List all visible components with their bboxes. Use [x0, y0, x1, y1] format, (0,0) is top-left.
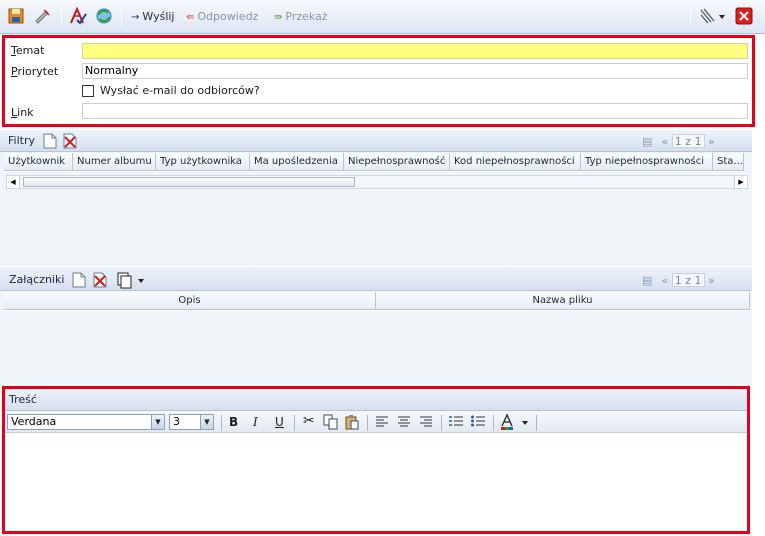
font-family-select[interactable]: Verdana ▼	[7, 414, 165, 430]
align-right-icon[interactable]	[419, 416, 433, 432]
column-header-description[interactable]: Opis	[4, 292, 376, 310]
toolbar-separator	[121, 6, 122, 26]
attachments-pager: ▤ « 1 z 1 »	[642, 273, 715, 287]
paste-icon[interactable]	[344, 414, 360, 433]
column-header[interactable]: Numer albumu	[73, 153, 156, 171]
copy-icon[interactable]	[323, 414, 339, 433]
attachments-header: Załączniki ▤ « 1 z 1 »	[0, 267, 752, 291]
last-page-icon[interactable]: »	[708, 135, 715, 148]
main-toolbar: → Wyślij ⇚ Odpowiedz ⇛ Przekaż	[0, 0, 765, 34]
first-page-icon[interactable]: «	[662, 135, 669, 148]
scroll-right-icon[interactable]: ▶	[734, 176, 747, 188]
forward-icon: ⇛	[274, 12, 283, 23]
font-size-select[interactable]: 3 ▼	[169, 414, 214, 430]
attach-file-menu-icon[interactable]	[116, 271, 146, 292]
filters-pager: ▤ « 1 z 1 »	[642, 134, 715, 148]
column-header[interactable]: Kod niepełnosprawności	[450, 153, 581, 171]
filters-grid: Użytkownik Numer albumu Typ użytkownika …	[0, 152, 752, 266]
message-form: Temat Priorytet Normalny Wysłać e-mail d…	[2, 35, 755, 127]
column-header[interactable]: Użytkownik	[4, 153, 73, 171]
attachments-grid: Opis Nazwa pliku	[0, 291, 752, 384]
column-header[interactable]: Niepełnosprawność	[344, 153, 450, 171]
bold-icon[interactable]: B	[229, 415, 238, 429]
add-filter-icon[interactable]	[43, 133, 57, 152]
toolbar-separator	[536, 415, 537, 431]
add-attachment-icon[interactable]	[72, 272, 86, 291]
scroll-left-icon[interactable]: ◀	[7, 176, 20, 188]
column-header-filename[interactable]: Nazwa pliku	[376, 292, 750, 310]
text-color-icon[interactable]	[500, 413, 532, 434]
send-email-checkbox[interactable]	[82, 85, 94, 97]
filters-column-header-row: Użytkownik Numer albumu Typ użytkownika …	[4, 153, 744, 172]
bullet-list-icon[interactable]	[470, 415, 486, 432]
column-header[interactable]: Typ niepełnosprawności	[581, 153, 713, 171]
delete-attachment-icon[interactable]	[93, 272, 107, 291]
refresh-icon[interactable]	[94, 6, 114, 26]
column-header[interactable]: Sta...	[713, 153, 744, 171]
delete-filter-icon[interactable]	[63, 133, 77, 152]
toolbar-separator	[367, 415, 368, 431]
column-header[interactable]: Typ użytkownika	[156, 153, 250, 171]
editor-content-area[interactable]	[5, 434, 747, 531]
italic-icon[interactable]: I	[253, 415, 258, 429]
align-center-icon[interactable]	[397, 416, 411, 432]
attachments-title: Załączniki	[9, 273, 65, 286]
message-body-editor: Treść Verdana ▼ 3 ▼ B I U ✂	[2, 386, 750, 534]
page-indicator: 1 z 1	[671, 134, 705, 148]
options-menu-icon[interactable]	[698, 6, 725, 26]
subject-input[interactable]	[82, 43, 748, 59]
clear-icon[interactable]	[32, 6, 52, 26]
filters-horizontal-scrollbar[interactable]: ◀ ▶	[6, 175, 748, 189]
export-icon[interactable]: ▤	[642, 135, 658, 148]
scrollbar-thumb[interactable]	[23, 177, 355, 187]
align-left-icon[interactable]	[375, 416, 389, 432]
send-button[interactable]: → Wyślij	[131, 9, 174, 25]
arrow-right-icon: →	[131, 12, 140, 23]
toolbar-separator	[690, 6, 691, 26]
toolbar-separator	[441, 415, 442, 431]
link-input[interactable]	[82, 103, 748, 119]
first-page-icon[interactable]: «	[662, 274, 669, 287]
attachments-column-header-row: Opis Nazwa pliku	[4, 292, 750, 311]
chevron-down-icon: ▼	[200, 415, 213, 429]
subject-label: Temat	[11, 44, 45, 57]
close-icon[interactable]	[735, 7, 755, 27]
toolbar-separator	[221, 415, 222, 431]
toolbar-separator	[294, 415, 295, 431]
reply-icon: ⇚	[186, 12, 195, 23]
chevron-down-icon: ▼	[151, 415, 164, 429]
reply-button[interactable]: ⇚ Odpowiedz	[186, 9, 258, 25]
send-email-label: Wysłać e-mail do odbiorców?	[100, 84, 260, 97]
underline-icon[interactable]: U	[275, 415, 284, 429]
spellcheck-icon[interactable]	[68, 6, 88, 26]
column-header[interactable]: Ma upośledzenia	[250, 153, 344, 171]
forward-button[interactable]: ⇛ Przekaż	[274, 9, 328, 25]
export-icon[interactable]: ▤	[642, 274, 658, 287]
editor-title: Treść	[9, 393, 37, 406]
numbered-list-icon[interactable]	[448, 415, 464, 432]
filters-header: Filtry ▤ « 1 z 1 »	[0, 130, 752, 152]
cut-icon[interactable]: ✂	[303, 413, 315, 429]
priority-select[interactable]: Normalny	[82, 63, 748, 79]
priority-label: Priorytet	[11, 65, 59, 78]
editor-header: Treść	[5, 389, 747, 411]
toolbar-separator	[493, 415, 494, 431]
save-icon[interactable]	[6, 6, 26, 26]
toolbar-separator	[61, 6, 62, 26]
page-indicator: 1 z 1	[671, 273, 705, 287]
filters-title: Filtry	[8, 134, 35, 147]
link-label: Link	[11, 106, 34, 119]
last-page-icon[interactable]: »	[708, 274, 715, 287]
